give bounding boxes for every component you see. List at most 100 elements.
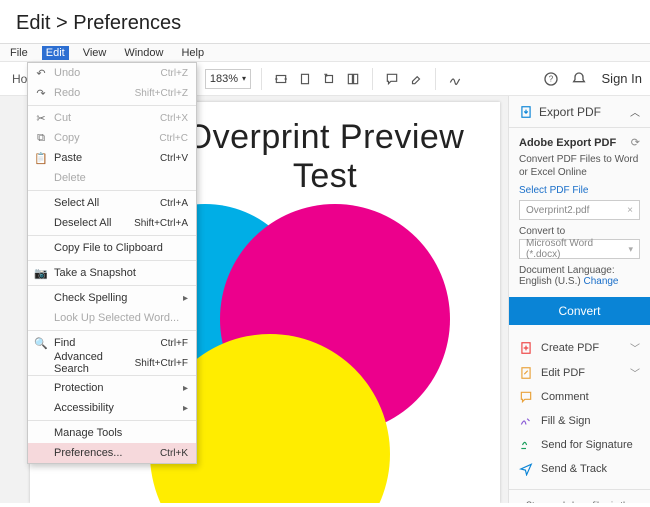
- app-window: File Edit View Window Help Ho 183% ▾: [0, 43, 650, 503]
- menu-separator: [28, 285, 196, 286]
- doc-language-label: Document Language:: [519, 265, 615, 276]
- menu-item-redo[interactable]: ↷ Redo Shift+Ctrl+Z: [28, 83, 196, 103]
- tool-send-track[interactable]: Send & Track: [519, 457, 640, 481]
- menu-item-paste[interactable]: 📋 Paste Ctrl+V: [28, 148, 196, 168]
- menu-item-shortcut: Ctrl+V: [160, 153, 188, 164]
- menu-item-cut[interactable]: ✂ Cut Ctrl+X: [28, 108, 196, 128]
- menu-item-label: Copy: [54, 132, 80, 144]
- menu-item-copy[interactable]: ⧉ Copy Ctrl+C: [28, 128, 196, 148]
- page-caption: Edit > Preferences: [0, 0, 650, 43]
- tool-fill-sign[interactable]: Fill & Sign: [519, 409, 640, 433]
- create-pdf-icon: [519, 341, 533, 355]
- signin-link[interactable]: Sign In: [602, 71, 642, 86]
- tool-label: Create PDF: [541, 342, 599, 354]
- menu-help[interactable]: Help: [177, 46, 208, 60]
- view-mode-icon[interactable]: [344, 70, 362, 88]
- menu-item-shortcut: Ctrl+X: [160, 113, 188, 124]
- menu-item-shortcut: Ctrl+F: [161, 338, 189, 349]
- chevron-down-icon: ﹀: [630, 340, 640, 355]
- comment-tool-icon: [519, 390, 533, 404]
- send-track-icon: [519, 462, 533, 476]
- chevron-down-icon: ▾: [628, 244, 633, 255]
- menu-item-protection[interactable]: Protection ▸: [28, 378, 196, 398]
- menu-separator: [28, 260, 196, 261]
- menu-item-shortcut: Ctrl+Z: [161, 68, 189, 79]
- svg-text:?: ?: [548, 74, 553, 83]
- change-language-link[interactable]: Change: [583, 276, 618, 287]
- menu-item-copy-file[interactable]: Copy File to Clipboard: [28, 238, 196, 258]
- notification-icon[interactable]: [570, 70, 588, 88]
- menu-item-shortcut: Shift+Ctrl+F: [135, 358, 188, 369]
- clear-file-icon[interactable]: ×: [627, 205, 633, 216]
- refresh-icon[interactable]: ⟳: [631, 136, 640, 149]
- menu-item-select-all[interactable]: Select All Ctrl+A: [28, 193, 196, 213]
- menu-item-delete[interactable]: Delete: [28, 168, 196, 188]
- edit-pdf-icon: [519, 366, 533, 380]
- menu-item-accessibility[interactable]: Accessibility ▸: [28, 398, 196, 418]
- menu-item-undo[interactable]: ↶ Undo Ctrl+Z: [28, 63, 196, 83]
- menu-item-shortcut: Ctrl+C: [159, 133, 188, 144]
- menu-item-label: Find: [54, 337, 75, 349]
- chevron-down-icon: ▾: [242, 74, 246, 83]
- format-value: Microsoft Word (*.docx): [526, 238, 628, 260]
- menu-item-label: Advanced Search: [54, 351, 135, 375]
- select-file-link[interactable]: Select PDF File: [519, 185, 640, 196]
- tool-label: Fill & Sign: [541, 415, 591, 427]
- fit-page-icon[interactable]: [296, 70, 314, 88]
- zoom-value: 183%: [210, 73, 238, 85]
- cut-icon: ✂: [34, 111, 48, 125]
- menu-item-deselect-all[interactable]: Deselect All Shift+Ctrl+A: [28, 213, 196, 233]
- menu-item-manage-tools[interactable]: Manage Tools: [28, 423, 196, 443]
- tool-send-signature[interactable]: Send for Signature: [519, 433, 640, 457]
- menu-item-label: Check Spelling: [54, 292, 127, 304]
- fill-sign-icon: [519, 414, 533, 428]
- tool-comment[interactable]: Comment: [519, 385, 640, 409]
- menu-item-shortcut: Shift+Ctrl+A: [134, 218, 188, 229]
- help-icon[interactable]: ?: [542, 70, 560, 88]
- fit-width-icon[interactable]: [272, 70, 290, 88]
- menu-edit[interactable]: Edit: [42, 46, 69, 60]
- format-select[interactable]: Microsoft Word (*.docx) ▾: [519, 239, 640, 259]
- menu-window[interactable]: Window: [120, 46, 167, 60]
- export-pdf-icon: [519, 105, 533, 119]
- menu-item-snapshot[interactable]: 📷 Take a Snapshot: [28, 263, 196, 283]
- submenu-arrow-icon: ▸: [183, 403, 188, 414]
- menu-item-lookup[interactable]: Look Up Selected Word...: [28, 308, 196, 328]
- highlight-icon[interactable]: [407, 70, 425, 88]
- export-subtitle-row: Adobe Export PDF ⟳: [519, 136, 640, 149]
- chevron-up-icon: ︿: [630, 104, 640, 119]
- selected-file-name: Overprint2.pdf: [526, 205, 589, 216]
- menu-item-adv-search[interactable]: Advanced Search Shift+Ctrl+F: [28, 353, 196, 373]
- menu-item-preferences[interactable]: Preferences... Ctrl+K: [28, 443, 196, 463]
- store-share-note: Store and share files in the Document Cl…: [519, 500, 640, 503]
- menu-view[interactable]: View: [79, 46, 111, 60]
- camera-icon: 📷: [34, 266, 48, 280]
- submenu-arrow-icon: ▸: [183, 383, 188, 394]
- menu-separator: [28, 105, 196, 106]
- menu-item-label: Look Up Selected Word...: [54, 312, 179, 324]
- menu-separator: [28, 375, 196, 376]
- rotate-icon[interactable]: [320, 70, 338, 88]
- menu-item-label: Delete: [54, 172, 86, 184]
- comment-icon[interactable]: [383, 70, 401, 88]
- panel-export-header[interactable]: Export PDF ︿: [519, 104, 640, 119]
- zoom-input[interactable]: 183% ▾: [205, 69, 251, 89]
- tool-label: Edit PDF: [541, 367, 585, 379]
- menu-item-shortcut: Shift+Ctrl+Z: [135, 88, 188, 99]
- selected-file-field[interactable]: Overprint2.pdf ×: [519, 200, 640, 220]
- convert-button[interactable]: Convert: [509, 297, 650, 325]
- toolbar-divider: [261, 68, 262, 90]
- menu-item-label: Paste: [54, 152, 82, 164]
- menu-item-label: Protection: [54, 382, 104, 394]
- tool-create-pdf[interactable]: Create PDF ﹀: [519, 335, 640, 360]
- export-description: Convert PDF Files to Word or Excel Onlin…: [519, 153, 640, 179]
- menu-item-label: Preferences...: [54, 447, 122, 459]
- toolbar-divider-2: [372, 68, 373, 90]
- menu-item-label: Take a Snapshot: [54, 267, 136, 279]
- menu-item-spelling[interactable]: Check Spelling ▸: [28, 288, 196, 308]
- sign-icon[interactable]: [446, 70, 464, 88]
- menu-item-find[interactable]: 🔍 Find Ctrl+F: [28, 333, 196, 353]
- menu-file[interactable]: File: [6, 46, 32, 60]
- menu-separator: [28, 330, 196, 331]
- tool-edit-pdf[interactable]: Edit PDF ﹀: [519, 360, 640, 385]
